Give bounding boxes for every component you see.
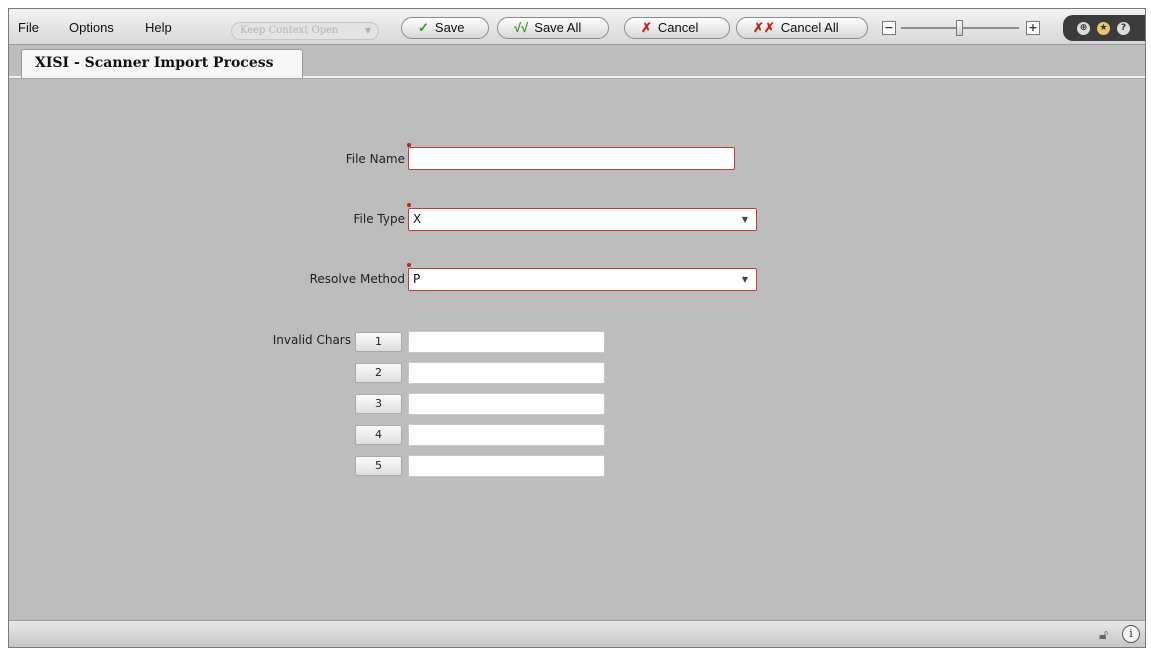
invalid-char-3-button[interactable]: 3: [355, 394, 402, 414]
star-icon[interactable]: ★: [1097, 22, 1110, 35]
invalid-char-5-button[interactable]: 5: [355, 456, 402, 476]
save-button[interactable]: ✓ Save: [401, 17, 489, 39]
help-icon[interactable]: ?: [1117, 22, 1130, 35]
file-type-label: File Type: [353, 212, 405, 226]
invalid-char-2-button[interactable]: 2: [355, 363, 402, 383]
file-name-label: File Name: [345, 152, 405, 166]
tab-scanner-import[interactable]: XISI - Scanner Import Process: [21, 49, 303, 78]
resolve-method-select[interactable]: P ▼: [408, 268, 757, 291]
resolve-method-value: P: [413, 272, 421, 286]
chevron-down-icon: ▼: [364, 26, 371, 35]
cancel-all-button[interactable]: ✗✗ Cancel All: [736, 17, 868, 39]
double-cross-icon: ✗✗: [753, 20, 775, 35]
zoom-in-icon[interactable]: +: [1026, 21, 1040, 35]
invalid-char-5-input[interactable]: [408, 455, 605, 477]
required-marker: [407, 263, 411, 267]
file-type-select[interactable]: X ▼: [408, 208, 757, 231]
invalid-char-1-button[interactable]: 1: [355, 332, 402, 352]
top-toolbar: File Options Help Keep Context Open ▼ ✓ S…: [9, 9, 1145, 45]
required-marker: [407, 203, 411, 207]
unlock-icon[interactable]: 🔓︎: [1099, 627, 1108, 643]
keep-context-dropdown[interactable]: Keep Context Open ▼: [231, 22, 379, 40]
save-all-button[interactable]: √√ Save All: [497, 17, 609, 39]
zoom-thumb[interactable]: [956, 20, 963, 36]
file-name-input[interactable]: [408, 147, 735, 170]
keep-context-label: Keep Context Open: [240, 25, 339, 36]
invalid-char-4-button[interactable]: 4: [355, 425, 402, 445]
invalid-chars-label: Invalid Chars: [272, 333, 351, 347]
double-check-icon: √√: [514, 20, 529, 35]
invalid-char-1-input[interactable]: [408, 331, 605, 353]
invalid-char-2-input[interactable]: [408, 362, 605, 384]
cancel-all-label: Cancel All: [780, 20, 839, 35]
cross-icon: ✗: [641, 20, 652, 35]
file-type-value: X: [413, 212, 422, 226]
invalid-char-4-input[interactable]: [408, 424, 605, 446]
invalid-char-3-input[interactable]: [408, 393, 605, 415]
menu-file[interactable]: File: [18, 20, 39, 35]
save-all-label: Save All: [534, 20, 582, 35]
resolve-method-label: Resolve Method: [309, 272, 405, 286]
chevron-down-icon: ▼: [741, 275, 748, 284]
chevron-down-icon: ▼: [741, 215, 748, 224]
cancel-label: Cancel: [657, 20, 699, 35]
app-window: File Options Help Keep Context Open ▼ ✓ S…: [8, 8, 1146, 648]
zoom-out-icon[interactable]: −: [882, 21, 896, 35]
menu-help[interactable]: Help: [145, 20, 172, 35]
check-icon: ✓: [418, 20, 429, 35]
globe-icon[interactable]: ⊕: [1077, 22, 1090, 35]
save-label: Save: [434, 20, 465, 35]
status-bar: 🔓︎ i: [9, 620, 1145, 647]
window-controls: ⊕ ★ ?: [1063, 15, 1145, 41]
menu-options[interactable]: Options: [69, 20, 114, 35]
info-icon[interactable]: i: [1122, 625, 1140, 643]
cancel-button[interactable]: ✗ Cancel: [624, 17, 730, 39]
zoom-slider[interactable]: − +: [882, 19, 1046, 39]
